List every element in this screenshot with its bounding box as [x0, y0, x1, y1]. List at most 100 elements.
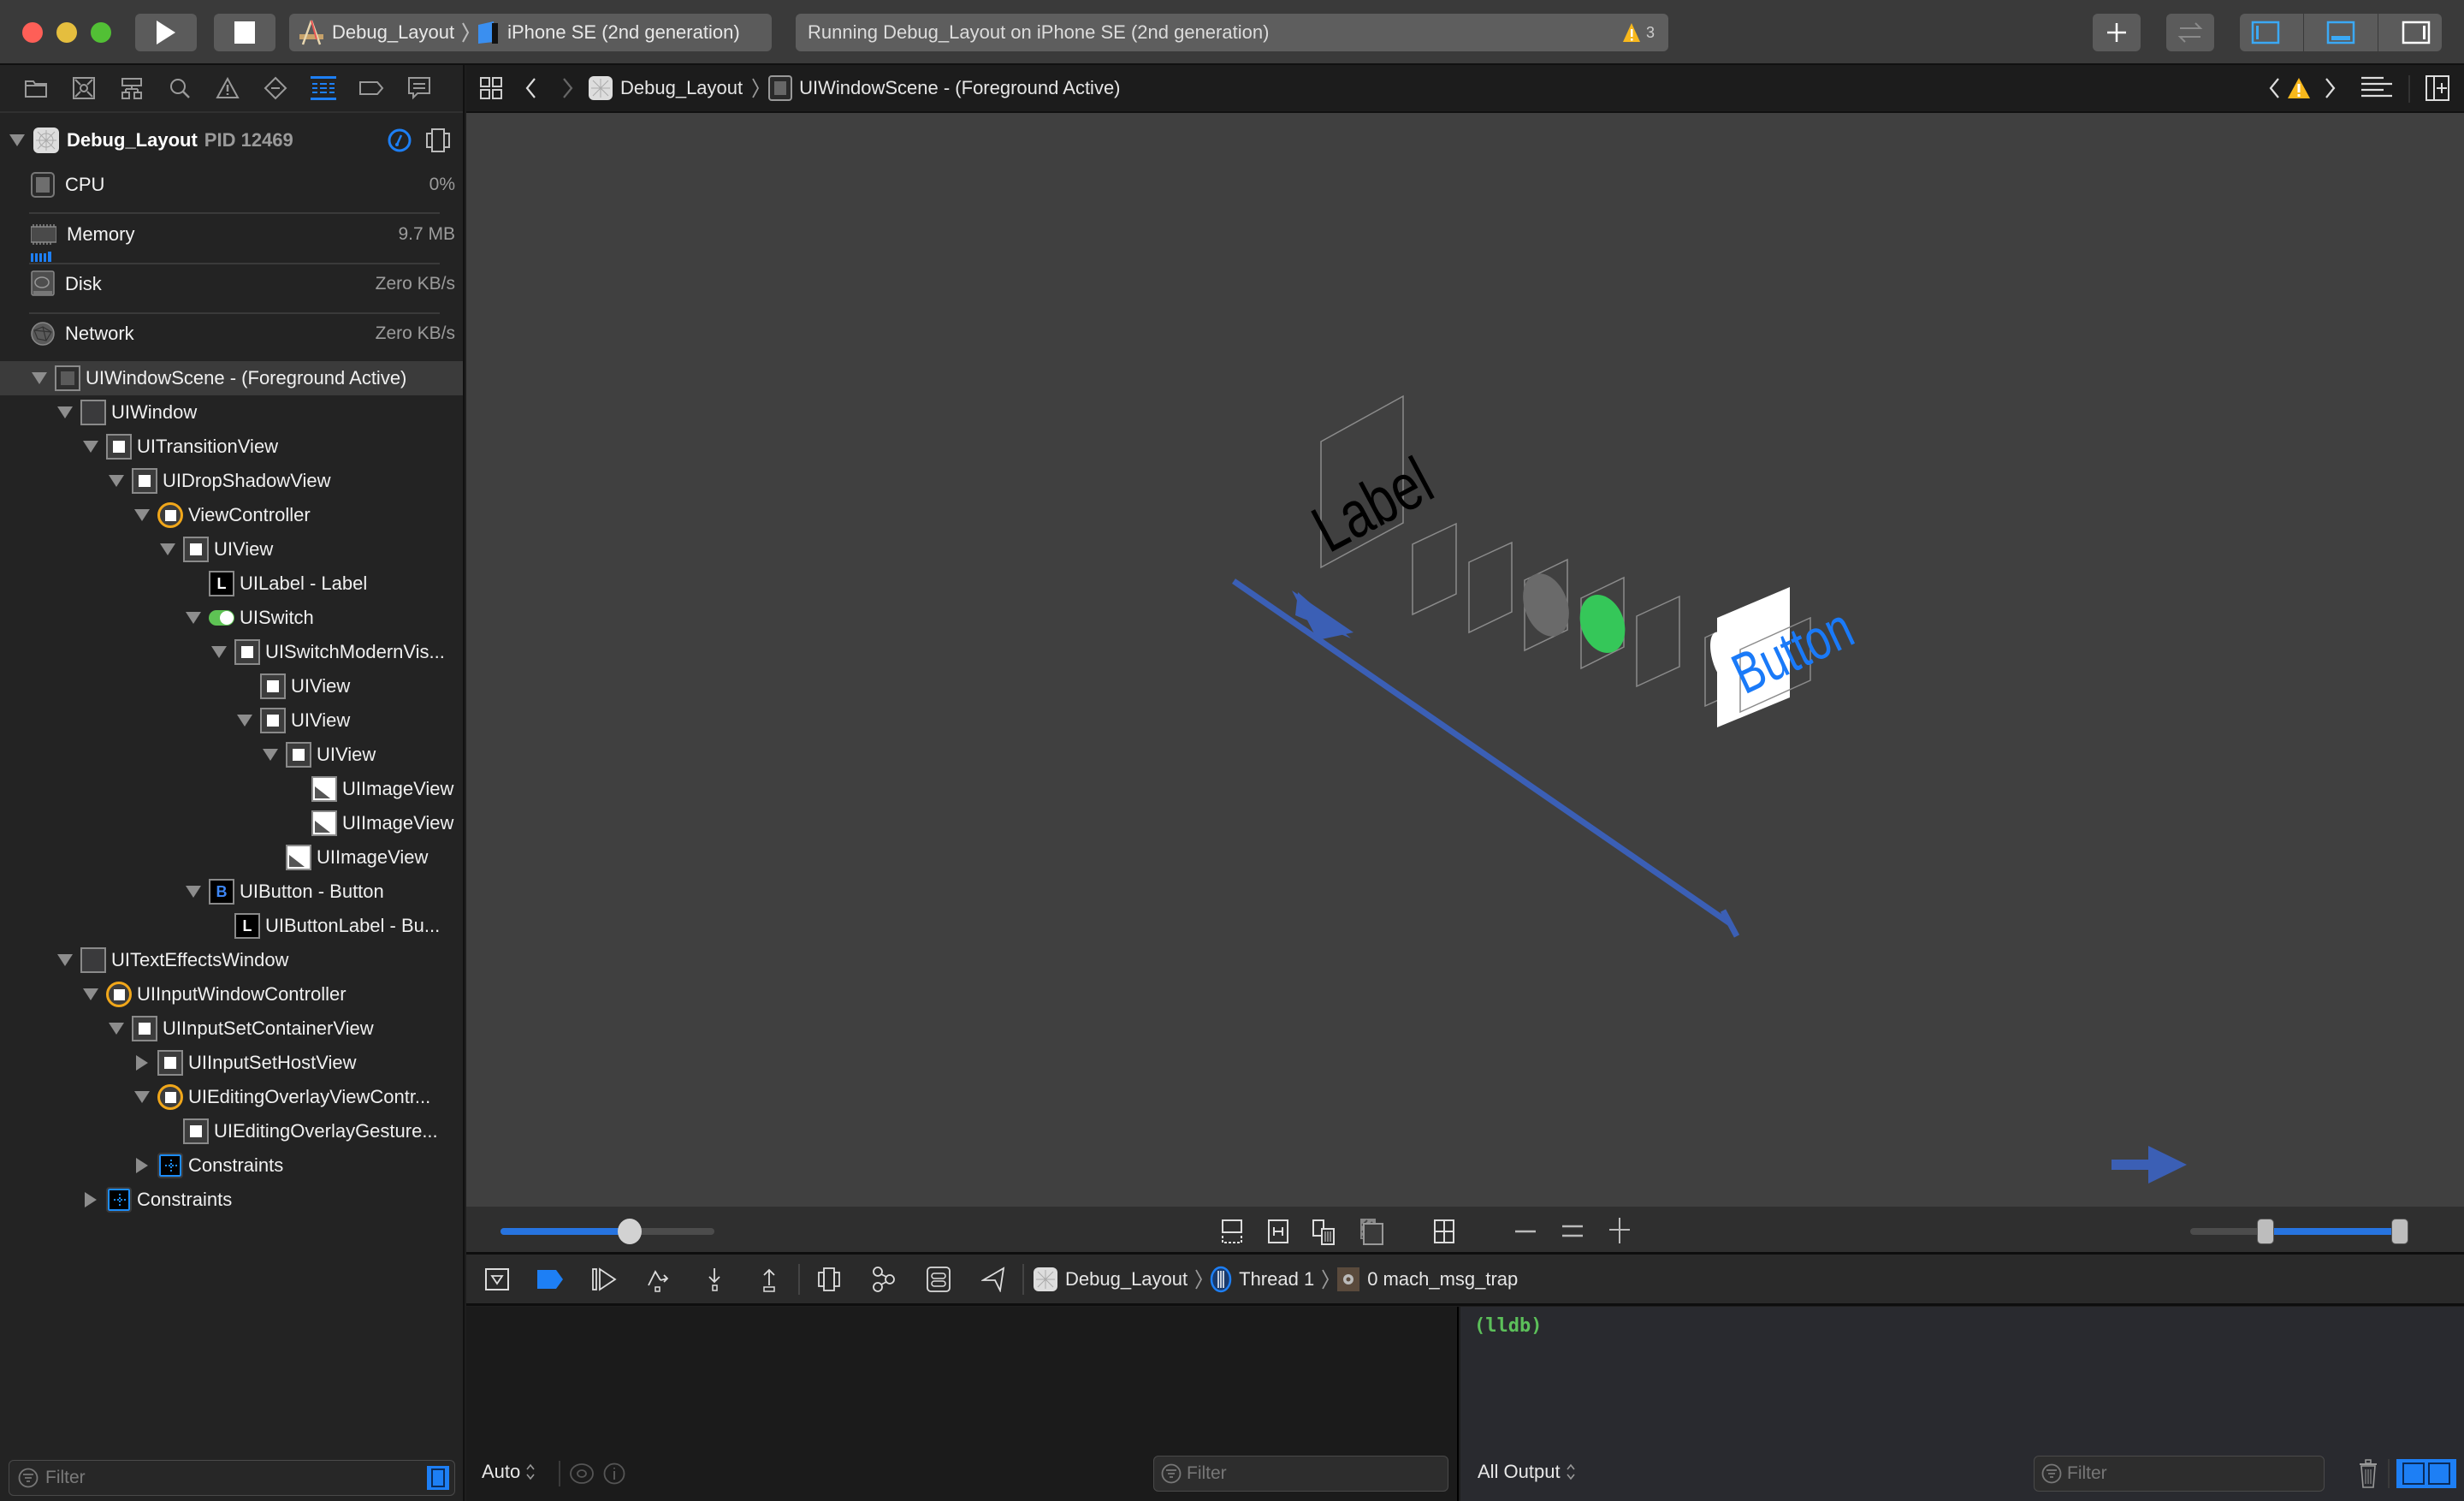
tab-project-navigator[interactable] — [12, 71, 60, 105]
spacing-slider[interactable] — [500, 1219, 714, 1244]
exploded-view-hierarchy[interactable]: Label Button — [466, 113, 2464, 1207]
tab-breakpoint-navigator[interactable] — [347, 71, 395, 105]
tree-row[interactable]: UITextEffectsWindow — [0, 943, 463, 977]
layer-uiimageview[interactable] — [1636, 595, 1680, 688]
disclosure-triangle-open[interactable] — [31, 370, 48, 387]
related-items-icon[interactable] — [480, 77, 502, 99]
code-review-button[interactable] — [2166, 14, 2214, 51]
disclosure-triangle-open[interactable] — [108, 1020, 125, 1037]
breadcrumb-item[interactable]: UIWindowScene - (Foreground Active) — [768, 75, 1121, 101]
show-constraints-icon[interactable] — [1267, 1219, 1289, 1244]
disclosure-triangle-open[interactable] — [236, 712, 253, 729]
gauge-view-icon[interactable] — [387, 128, 412, 153]
console-output-select[interactable]: All Output — [1478, 1461, 1576, 1483]
stop-button[interactable] — [214, 14, 275, 51]
disclosure-triangle-open[interactable] — [108, 472, 125, 489]
disclosure-triangle-open[interactable] — [185, 883, 202, 900]
disclosure-triangle-open[interactable] — [9, 132, 26, 149]
tree-row[interactable]: ViewController — [0, 498, 463, 532]
scheme-selector[interactable]: Debug_Layout iPhone SE (2nd generation) — [289, 14, 772, 51]
tab-debug-navigator[interactable] — [299, 71, 347, 105]
tree-row[interactable]: UIDropShadowView — [0, 464, 463, 498]
disclosure-triangle-open[interactable] — [82, 438, 99, 455]
tree-row[interactable]: UIImageView — [0, 772, 463, 806]
step-into-button[interactable] — [687, 1255, 742, 1303]
layer-uiview[interactable] — [1412, 522, 1457, 616]
gauge-cpu[interactable]: CPU 0% — [31, 161, 455, 209]
simulate-location-button[interactable] — [966, 1255, 1021, 1303]
change-canvas-background-icon[interactable] — [1359, 1217, 1384, 1246]
tab-test-navigator[interactable] — [252, 71, 299, 105]
range-min-knob[interactable] — [2256, 1219, 2274, 1244]
continue-button[interactable] — [578, 1255, 632, 1303]
forward-chevron-icon[interactable] — [562, 77, 574, 99]
disclosure-triangle-open[interactable] — [133, 1089, 151, 1106]
layer-switch-track[interactable] — [1515, 558, 1578, 652]
layer-uilabel[interactable]: Label — [1300, 395, 1444, 569]
issue-warning-icon[interactable] — [2287, 77, 2311, 99]
disclosure-triangle-open[interactable] — [159, 541, 176, 558]
close-window-button[interactable] — [22, 22, 43, 43]
tree-row[interactable]: UIWindowScene - (Foreground Active) — [0, 361, 463, 395]
tree-row[interactable]: UIView — [0, 703, 463, 738]
variables-filter-field[interactable]: Filter — [1153, 1456, 1448, 1492]
visible-range-slider[interactable] — [2190, 1217, 2408, 1246]
toggle-navigator-icon[interactable] — [2251, 21, 2280, 44]
tree-row[interactable]: L UILabel - Label — [0, 567, 463, 601]
zoom-in-icon[interactable] — [1608, 1217, 1631, 1244]
tree-row[interactable]: UISwitchModernVis... — [0, 635, 463, 669]
quick-look-eye-icon[interactable] — [569, 1462, 595, 1485]
add-editor-icon[interactable] — [2426, 75, 2449, 101]
breadcrumb-item[interactable]: 0 mach_msg_trap — [1336, 1267, 1518, 1292]
tree-row[interactable]: UIInputSetContainerView — [0, 1012, 463, 1046]
tree-row[interactable]: UIView — [0, 532, 463, 567]
orient-2d-3d-icon[interactable] — [1433, 1219, 1455, 1244]
console-layout-toggle[interactable] — [2396, 1459, 2456, 1488]
breadcrumb-item[interactable]: Debug_Layout — [588, 75, 743, 101]
tree-row[interactable]: UIInputSetHostView — [0, 1046, 463, 1080]
editor-options-icon[interactable] — [2360, 75, 2393, 101]
tree-row[interactable]: Constraints — [0, 1183, 463, 1217]
tab-source-control[interactable] — [60, 71, 108, 105]
tree-row[interactable]: UIEditingOverlayGesture... — [0, 1114, 463, 1148]
disclosure-triangle-open[interactable] — [56, 952, 74, 969]
step-out-button[interactable] — [742, 1255, 797, 1303]
zoom-window-button[interactable] — [91, 22, 111, 43]
slider-knob[interactable] — [618, 1219, 642, 1244]
toggle-breakpoints-button[interactable] — [523, 1255, 578, 1303]
tree-row[interactable]: UITransitionView — [0, 430, 463, 464]
gauge-disk[interactable]: Disk Zero KB/s — [31, 260, 455, 308]
tree-row[interactable]: UIImageView — [0, 806, 463, 840]
disclosure-triangle-open[interactable] — [133, 507, 151, 524]
disclosure-triangle-open[interactable] — [82, 986, 99, 1003]
console-filter-field[interactable]: Filter — [2034, 1456, 2325, 1492]
debug-view-hierarchy-button[interactable] — [802, 1255, 856, 1303]
disclosure-triangle-closed[interactable] — [133, 1157, 151, 1174]
range-max-knob[interactable] — [2391, 1219, 2408, 1244]
info-icon[interactable] — [603, 1462, 625, 1485]
debug-memory-graph-button[interactable] — [856, 1255, 911, 1303]
tree-row[interactable]: UIInputWindowController — [0, 977, 463, 1012]
toggle-debug-area-icon[interactable] — [2326, 21, 2355, 44]
trash-icon[interactable] — [2359, 1459, 2378, 1488]
run-button[interactable] — [135, 14, 197, 51]
adjust-view-mode-icon[interactable] — [1312, 1219, 1337, 1246]
tree-row[interactable]: UIWindow — [0, 395, 463, 430]
tree-row[interactable]: UIImageView — [0, 840, 463, 875]
show-only-visible-toggle[interactable] — [427, 1466, 449, 1490]
tab-find-navigator[interactable] — [156, 71, 204, 105]
gauge-memory[interactable]: Memory 9.7 MB — [31, 211, 455, 258]
tree-row[interactable]: Constraints — [0, 1148, 463, 1183]
tab-issue-navigator[interactable] — [204, 71, 252, 105]
view-debugger-canvas[interactable]: Label Button — [466, 113, 2464, 1207]
disclosure-triangle-open[interactable] — [56, 404, 74, 421]
actual-size-icon[interactable] — [1561, 1224, 1584, 1239]
back-chevron-icon[interactable] — [524, 77, 536, 99]
hide-debug-area-button[interactable] — [471, 1255, 523, 1303]
tree-row[interactable]: UIEditingOverlayViewContr... — [0, 1080, 463, 1114]
disclosure-triangle-open[interactable] — [185, 609, 202, 626]
process-view-icon[interactable] — [426, 128, 450, 153]
tree-row[interactable]: L UIButtonLabel - Bu... — [0, 909, 463, 943]
step-over-button[interactable] — [632, 1255, 687, 1303]
breadcrumb-item[interactable]: Thread 1 — [1210, 1266, 1314, 1293]
